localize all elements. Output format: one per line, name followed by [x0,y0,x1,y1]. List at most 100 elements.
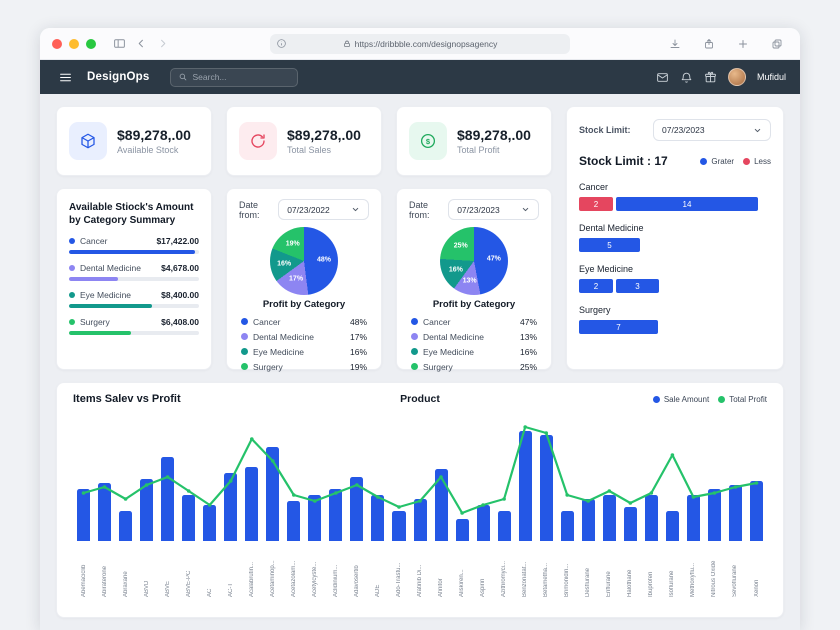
x-axis-label: Sevoflurane [732,564,739,597]
legend-value: 13% [519,331,537,342]
category-amount: $8,400.00 [161,290,199,300]
chevron-down-icon [754,128,761,132]
legend-label: Less [754,156,771,166]
legend-dot [411,333,418,340]
stock-bar-segment: 2 [579,197,613,211]
x-axis-label: Enflurane [606,571,613,597]
sale-bar [350,477,364,541]
x-axis-label: Acetylcyste... [311,561,318,597]
progress-fill [69,304,153,308]
pie-legend-item: Surgery 25% [409,359,539,374]
site-info-icon[interactable] [276,38,287,49]
category-label: Eye Medicine [80,290,132,300]
x-axis-label: Nitrous Oxide [711,560,718,597]
downloads-icon[interactable] [669,38,681,50]
progress-fill [69,331,132,335]
x-axis-label: ABVE [164,580,171,597]
sale-bar [750,481,764,541]
new-tab-icon[interactable] [737,38,749,50]
sale-bar [182,495,196,541]
legend-value: 25% [519,361,537,372]
back-icon[interactable] [136,38,147,49]
pie-legend-item: Dental Medicine 13% [409,329,539,344]
user-name: Mufidul [756,72,786,82]
sale-bar [455,519,469,541]
pie-slice-label: 25% [453,242,468,250]
legend-label: Eye Medicine [253,346,305,357]
share-icon[interactable] [703,38,715,50]
close-window-button[interactable] [52,38,62,49]
address-bar[interactable]: https://dribbble.com/designopsagency [270,33,570,54]
sale-bar [203,505,217,541]
x-axis-label: Aclidinium... [332,564,339,597]
sale-bar [224,473,238,541]
forward-icon[interactable] [157,38,168,49]
stock-bar-group: 7 [579,320,771,334]
pie-slice-label: 17% [289,275,304,283]
minimize-window-button[interactable] [69,38,79,49]
menu-icon[interactable] [59,71,72,84]
stock-bar-group: 5 [579,238,771,252]
stock-category-label: Eye Medicine [579,264,634,274]
stock-date-select[interactable]: 07/23/2023 [653,119,771,141]
date-from-label: Date from: [239,199,260,220]
sale-amount-bars [73,413,767,541]
profit-dollar-icon: $ [409,122,447,160]
stock-limit-row: Surgery 7 [579,305,771,334]
category-amount: $4,678.00 [161,263,199,273]
sale-bar [413,499,427,541]
sale-bar [476,505,490,541]
zoom-window-button[interactable] [86,38,96,49]
pie-date-select-2022[interactable]: 07/23/2022 [278,199,369,220]
mail-icon[interactable] [656,71,669,84]
search-box[interactable] [169,67,298,87]
tabs-icon[interactable] [771,38,783,50]
legend-value: 17% [349,331,367,342]
pie-legend-item: Eye Medicine 16% [239,344,369,359]
stat-value: $89,278,.00 [117,127,191,143]
app-brand: DesignOps [87,71,150,83]
pie-slice-label: 47% [486,255,501,263]
avatar[interactable] [727,68,746,86]
dashboard: $89,278,.00 Available Stock $89,278,.00 … [40,94,800,630]
category-summary-item: Cancer $17,422.00 [69,236,199,254]
category-dot [69,265,75,271]
bell-icon[interactable] [680,71,693,84]
category-summary-item: Dental Medicine $4,678.00 [69,263,199,281]
legend-dot [700,157,708,165]
sale-bar [686,495,700,541]
category-summary-title: Available Stiock's Amount by Category Su… [69,202,194,226]
x-axis-label: Acalabrutin... [248,561,255,597]
x-axis-label: Desflurane [585,567,592,597]
legend-dot [241,333,248,340]
search-input[interactable] [192,72,290,82]
legend-item: Sale Amount [652,395,709,404]
url-text: https://dribbble.com/designopsagency [354,38,498,49]
sale-bar [98,483,112,541]
sidebar-toggle-icon[interactable] [113,37,126,50]
progress-track [69,331,199,335]
legend-dot [743,157,751,165]
legend-dot [411,318,418,325]
legend-dot [652,395,660,403]
category-dot [69,238,75,244]
sale-bar [245,467,259,541]
gift-icon[interactable] [704,71,717,84]
pie-slice-label: 16% [277,260,292,267]
x-axis-label: Methoxyflu... [690,562,697,597]
category-dot [69,292,75,298]
category-summary-card: Available Stiock's Amount by Category Su… [56,188,212,370]
sale-bar [266,447,280,541]
stat-value: $89,278,.00 [287,127,361,143]
legend-value: 16% [519,346,537,357]
stock-limit-chart: Cancer 2 14 Dental Medicine 5 Eye Medicine 2 3 S… [579,170,771,334]
stock-limit-row: Cancer 2 14 [579,182,771,211]
stock-category-label: Dental Medicine [579,223,644,233]
category-label: Dental Medicine [80,263,141,273]
pie-slice-label: 16% [448,266,463,273]
x-axis-label: Abraxane [122,571,129,597]
pie-chart-2023: 47% 13% 16% 25% [440,227,508,295]
x-axis-label: ABVE-PC [185,570,192,597]
stock-date-value: 07/23/2023 [662,125,705,135]
pie-date-select-2023[interactable]: 07/23/2023 [448,199,539,220]
